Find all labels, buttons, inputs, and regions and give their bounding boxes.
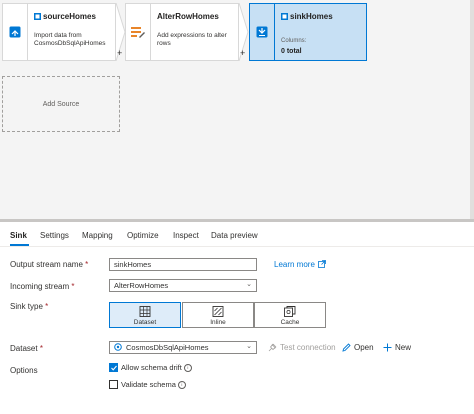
tab-inspect[interactable]: Inspect — [173, 231, 199, 240]
output-stream-label: Output stream name * — [10, 260, 88, 269]
sink-type-cache-button[interactable]: Cache — [254, 302, 326, 328]
incoming-stream-value: AlterRowHomes — [114, 281, 169, 290]
alter-row-node-body: AlterRowHomes Add expressions to alter r… — [151, 3, 239, 61]
sink-type-inline-label: Inline — [210, 319, 226, 326]
dataset-mini-icon — [281, 13, 288, 20]
open-dataset-label: Open — [354, 343, 374, 352]
sink-node-title-row: sinkHomes — [281, 12, 333, 21]
inline-dataset-icon — [212, 306, 224, 317]
allow-schema-drift-label: Allow schema drift — [121, 363, 182, 372]
cosmos-db-icon — [114, 343, 122, 351]
add-transform-button-1[interactable]: + — [117, 48, 122, 58]
new-dataset-label: New — [395, 343, 412, 352]
required-marker: * — [39, 344, 43, 353]
alter-row-icon — [131, 27, 145, 38]
canvas-horizontal-scrollbar[interactable] — [0, 219, 474, 222]
sink-node-body: sinkHomes Columns: 0 total — [275, 3, 367, 61]
source-node-desc-line1: Import data from — [34, 32, 82, 39]
sink-type-dataset-label: Dataset — [133, 319, 157, 326]
active-tab-indicator — [10, 244, 29, 246]
required-marker: * — [71, 282, 75, 291]
source-node-desc-line2: CosmosDbSqlApiHomes — [34, 40, 106, 47]
tab-mapping[interactable]: Mapping — [82, 231, 113, 240]
add-source-button[interactable]: Add Source — [2, 76, 120, 132]
info-icon[interactable]: i — [177, 381, 186, 389]
incoming-stream-select[interactable]: AlterRowHomes ⌄ — [109, 279, 257, 292]
alter-row-node-desc: Add expressions to alter rows — [157, 32, 227, 47]
dataset-label-text: Dataset — [10, 344, 38, 353]
cache-icon — [284, 306, 296, 317]
source-node-title-row: sourceHomes — [34, 12, 96, 21]
sink-type-dataset-button[interactable]: Dataset — [109, 302, 181, 328]
source-node-title: sourceHomes — [43, 12, 96, 21]
table-grid-icon — [139, 306, 151, 317]
tab-settings[interactable]: Settings — [40, 231, 69, 240]
alter-row-node-title: AlterRowHomes — [157, 12, 219, 21]
sink-node-icon-box — [249, 3, 275, 61]
incoming-stream-label: Incoming stream * — [10, 282, 75, 291]
dataflow-canvas[interactable]: sourceHomes Import data from CosmosDbSql… — [0, 0, 474, 220]
learn-more-link[interactable]: Learn more — [274, 260, 327, 269]
output-stream-name-input[interactable] — [109, 258, 257, 271]
settings-tabs: Sink Settings Mapping Optimize Inspect D… — [0, 228, 474, 247]
dataset-mini-icon — [34, 13, 41, 20]
sink-type-label: Sink type * — [10, 302, 48, 311]
source-icon — [9, 26, 21, 38]
dataset-select[interactable]: CosmosDbSqlApiHomes ⌄ — [109, 341, 257, 354]
sink-node-columns-label: Columns: — [281, 38, 307, 44]
options-label: Options — [10, 366, 38, 375]
validate-schema-label: Validate schema — [121, 380, 176, 389]
required-marker: * — [45, 302, 49, 311]
sink-type-label-text: Sink type — [10, 302, 43, 311]
allow-schema-drift-row: Allow schema drift i — [121, 363, 192, 372]
tab-optimize[interactable]: Optimize — [127, 231, 159, 240]
chevron-down-icon: ⌄ — [246, 281, 252, 288]
learn-more-label: Learn more — [274, 260, 315, 269]
dataset-label: Dataset * — [10, 344, 43, 353]
new-dataset-button[interactable]: New — [383, 343, 411, 352]
alter-row-node-icon-box — [125, 3, 151, 61]
sink-type-cache-label: Cache — [280, 319, 300, 326]
external-link-icon — [318, 260, 327, 268]
dataset-value: CosmosDbSqlApiHomes — [126, 343, 209, 352]
plus-icon — [383, 343, 392, 352]
test-connection-button[interactable]: Test connection — [268, 343, 336, 352]
source-node-desc: Import data from CosmosDbSqlApiHomes — [34, 32, 106, 48]
source-node-icon-box — [2, 3, 28, 61]
pencil-icon — [342, 343, 351, 352]
checkmark-icon — [111, 365, 117, 371]
chevron-down-icon: ⌄ — [246, 343, 252, 350]
test-connection-label: Test connection — [280, 343, 336, 352]
plug-icon — [268, 343, 277, 352]
source-node-body: sourceHomes Import data from CosmosDbSql… — [28, 3, 116, 61]
canvas-vertical-scrollbar[interactable] — [470, 0, 474, 219]
allow-schema-drift-checkbox[interactable] — [109, 363, 118, 372]
validate-schema-checkbox[interactable] — [109, 380, 118, 389]
required-marker: * — [85, 260, 89, 269]
sink-node-title: sinkHomes — [290, 12, 333, 21]
tab-data-preview[interactable]: Data preview — [211, 231, 258, 240]
output-stream-label-text: Output stream name — [10, 260, 83, 269]
add-source-label: Add Source — [42, 100, 80, 108]
sink-type-inline-button[interactable]: Inline — [182, 302, 254, 328]
sink-node-columns-total: 0 total — [281, 48, 302, 55]
tab-sink[interactable]: Sink — [10, 231, 27, 240]
add-transform-button-2[interactable]: + — [240, 48, 245, 58]
open-dataset-button[interactable]: Open — [342, 343, 374, 352]
info-icon[interactable]: i — [183, 364, 192, 372]
validate-schema-row: Validate schema i — [121, 380, 186, 389]
incoming-stream-label-text: Incoming stream — [10, 282, 70, 291]
sink-icon — [256, 26, 268, 38]
